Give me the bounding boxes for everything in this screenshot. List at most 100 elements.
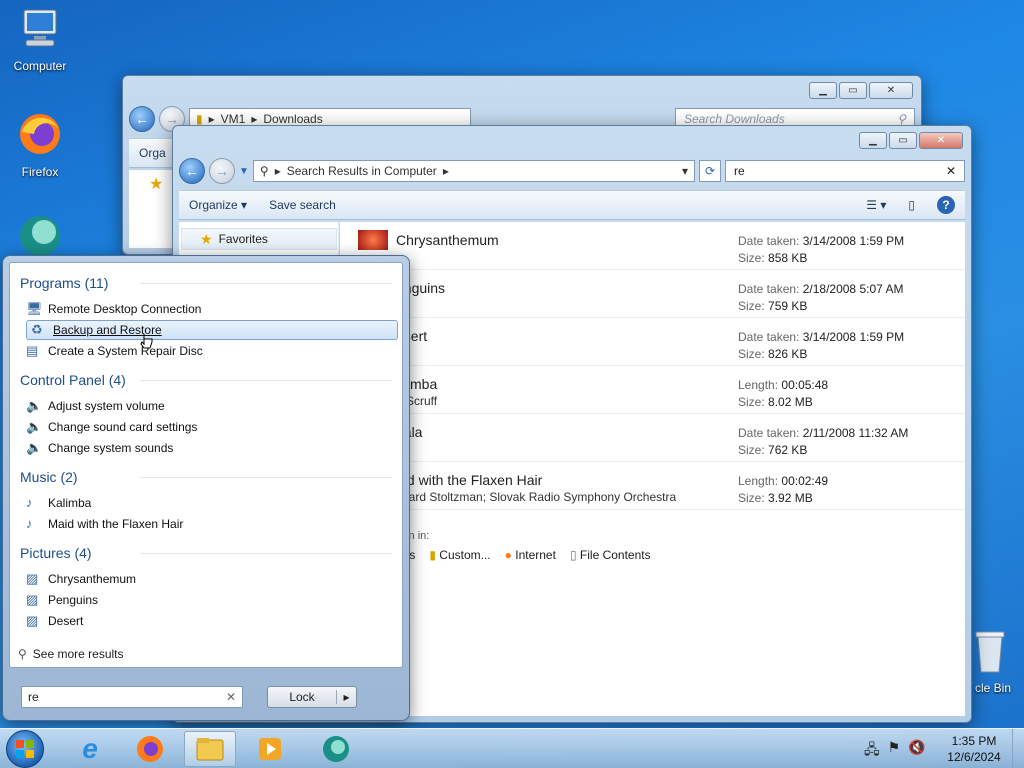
- favorites-star-icon: ★: [200, 230, 213, 247]
- back-button[interactable]: ←: [179, 158, 205, 184]
- clear-search-icon[interactable]: ✕: [946, 164, 956, 178]
- desktop-icon-label: Firefox: [21, 165, 59, 179]
- network-icon[interactable]: 🖧: [864, 739, 880, 763]
- start-menu: Programs (11) 🖥 Remote Desktop Connection ♻…: [2, 255, 410, 721]
- search-again-file-contents[interactable]: ▯ File Contents: [570, 548, 651, 562]
- result-meta-2: Size: 858 KB: [738, 251, 808, 265]
- see-more-results-link[interactable]: ⚲ See more results: [18, 647, 124, 661]
- views-button[interactable]: ☰ ▾: [866, 198, 886, 212]
- favorites-star-icon: ★: [149, 176, 164, 193]
- power-options-arrow-icon[interactable]: ▸: [336, 690, 356, 704]
- result-meta-2: Size: 762 KB: [738, 443, 808, 457]
- breadcrumb-downloads[interactable]: Downloads: [263, 112, 322, 126]
- close-button[interactable]: ✕: [919, 132, 963, 149]
- start-results-panel: Programs (11) 🖥 Remote Desktop Connection ♻…: [9, 262, 403, 668]
- music-file-icon: ♪: [26, 495, 33, 510]
- start-result-item[interactable]: ♪ Maid with the Flaxen Hair: [26, 514, 183, 534]
- start-button[interactable]: [6, 730, 44, 768]
- repair-disc-icon: ▤: [26, 343, 39, 358]
- section-heading[interactable]: Control Panel (4): [20, 372, 392, 388]
- maximize-button[interactable]: ▭: [889, 132, 917, 149]
- address-dropdown-icon[interactable]: ▾: [682, 164, 688, 178]
- taskbar-windows-explorer[interactable]: [184, 731, 236, 767]
- search-again-custom[interactable]: ▮ Custom...: [429, 548, 490, 562]
- maximize-button[interactable]: ▭: [839, 82, 867, 99]
- result-row[interactable]: balaDate taken: 2/11/2008 11:32 AMSize: …: [340, 414, 965, 462]
- firefox-icon: [2, 110, 78, 161]
- breadcrumb-vm1[interactable]: VM1: [221, 112, 246, 126]
- search-input[interactable]: re ✕: [725, 160, 965, 182]
- refresh-button[interactable]: ⟳: [699, 160, 721, 182]
- volume-muted-icon[interactable]: 🔇: [908, 739, 925, 763]
- result-row[interactable]: aid with the Flaxen Hair chard Stoltzman;…: [340, 462, 965, 510]
- clock[interactable]: 1:35 PM 12/6/2024: [946, 733, 1002, 765]
- start-result-item[interactable]: 🔈 Adjust system volume: [26, 396, 165, 416]
- minimize-button[interactable]: ▁: [809, 82, 837, 99]
- result-meta-1: Date taken: 3/14/2008 1:59 PM: [738, 234, 905, 248]
- start-result-item[interactable]: ▨ Penguins: [26, 590, 98, 610]
- action-center-flag-icon[interactable]: ⚑: [888, 739, 901, 763]
- result-meta-1: Date taken: 3/14/2008 1:59 PM: [738, 330, 905, 344]
- search-again-internet[interactable]: ● Internet: [505, 548, 556, 562]
- start-search-box[interactable]: re ✕: [21, 686, 243, 708]
- taskbar: e 🖧 ⚑ 🔇 1:35 PM 12/6/2024: [0, 728, 1024, 768]
- search-again-bar: ies ▮ Custom... ● Internet ▯ File Conten…: [400, 548, 651, 562]
- preview-pane-button[interactable]: ▯: [908, 198, 915, 212]
- result-meta-1: Length: 00:05:48: [738, 378, 829, 392]
- picture-icon: ▨: [26, 592, 39, 607]
- start-result-item[interactable]: 🔈 Change sound card settings: [26, 417, 197, 437]
- result-meta-2: Size: 3.92 MB: [738, 491, 813, 505]
- result-row[interactable]: alimba r. Scruff Length: 00:05:48 Size: 8.0…: [340, 366, 965, 414]
- app-globe-icon: [323, 736, 349, 762]
- breadcrumb-search-results[interactable]: Search Results in Computer: [287, 164, 437, 178]
- forward-button[interactable]: →: [209, 158, 235, 184]
- favorites-item[interactable]: ★ Favorites: [181, 228, 337, 250]
- start-result-item[interactable]: ▤ Create a System Repair Disc: [26, 341, 203, 361]
- taskbar-firefox[interactable]: [124, 731, 176, 767]
- help-icon[interactable]: ?: [937, 196, 955, 214]
- back-button[interactable]: ←: [129, 106, 155, 132]
- window-caption-buttons: ▁ ▭ ✕: [859, 132, 963, 149]
- result-row[interactable]: enguins Date taken: 2/18/2008 5:07 AM Size…: [340, 270, 965, 318]
- close-button[interactable]: ✕: [869, 82, 913, 99]
- minimize-button[interactable]: ▁: [859, 132, 887, 149]
- start-result-item[interactable]: ▨ Chrysanthemum: [26, 569, 136, 589]
- recent-pages-dropdown-icon[interactable]: ▼: [239, 166, 249, 177]
- taskbar-media-player[interactable]: [244, 731, 296, 767]
- organize-button[interactable]: Organize ▾: [189, 198, 247, 212]
- start-result-item[interactable]: ▨ Desert: [26, 611, 83, 631]
- result-meta-2: Size: 8.02 MB: [738, 395, 813, 409]
- mouse-cursor-icon: [140, 334, 153, 349]
- start-result-item[interactable]: ♻ Backup and Restore: [26, 320, 398, 340]
- folder-icon: [196, 738, 224, 761]
- desktop-icon-firefox[interactable]: Firefox: [2, 110, 78, 179]
- clear-search-icon[interactable]: ✕: [226, 690, 236, 704]
- picture-icon: ▨: [26, 571, 39, 586]
- desktop-icon-label: Computer: [13, 59, 67, 73]
- search-icon: ⚲: [18, 647, 27, 661]
- section-heading[interactable]: Music (2): [20, 469, 392, 485]
- picture-icon: ▨: [26, 613, 39, 628]
- start-result-item[interactable]: 🔈 Change system sounds: [26, 438, 173, 458]
- folder-icon: ▮: [196, 112, 203, 126]
- windows-logo-icon: [16, 740, 34, 758]
- result-subtitle: chard Stoltzman; Slovak Radio Symphony O…: [396, 490, 677, 504]
- result-meta-2: Size: 826 KB: [738, 347, 808, 361]
- media-player-icon: [259, 738, 281, 760]
- save-search-button[interactable]: Save search: [269, 198, 336, 212]
- music-file-icon: ♪: [26, 516, 33, 531]
- result-row[interactable]: esert Date taken: 3/14/2008 1:59 PM Size: …: [340, 318, 965, 366]
- desktop-icon-computer[interactable]: Computer: [2, 8, 78, 73]
- result-row[interactable]: Chrysanthemum Date taken: 3/14/2008 1:59 …: [340, 222, 965, 270]
- taskbar-app[interactable]: [310, 731, 362, 767]
- lock-button[interactable]: Lock ▸: [267, 686, 357, 708]
- address-bar[interactable]: ⚲ ▸ Search Results in Computer ▸ ▾: [252, 160, 695, 182]
- section-heading[interactable]: Pictures (4): [20, 545, 392, 561]
- start-result-item[interactable]: 🖥 Remote Desktop Connection: [26, 299, 201, 319]
- show-desktop-button[interactable]: [1012, 729, 1024, 768]
- speaker-icon: 🔈: [26, 440, 43, 455]
- start-result-item[interactable]: ♪ Kalimba: [26, 493, 91, 513]
- organize-button[interactable]: Orga: [139, 146, 166, 160]
- section-heading[interactable]: Programs (11): [20, 275, 392, 291]
- taskbar-internet-explorer[interactable]: e: [64, 731, 116, 767]
